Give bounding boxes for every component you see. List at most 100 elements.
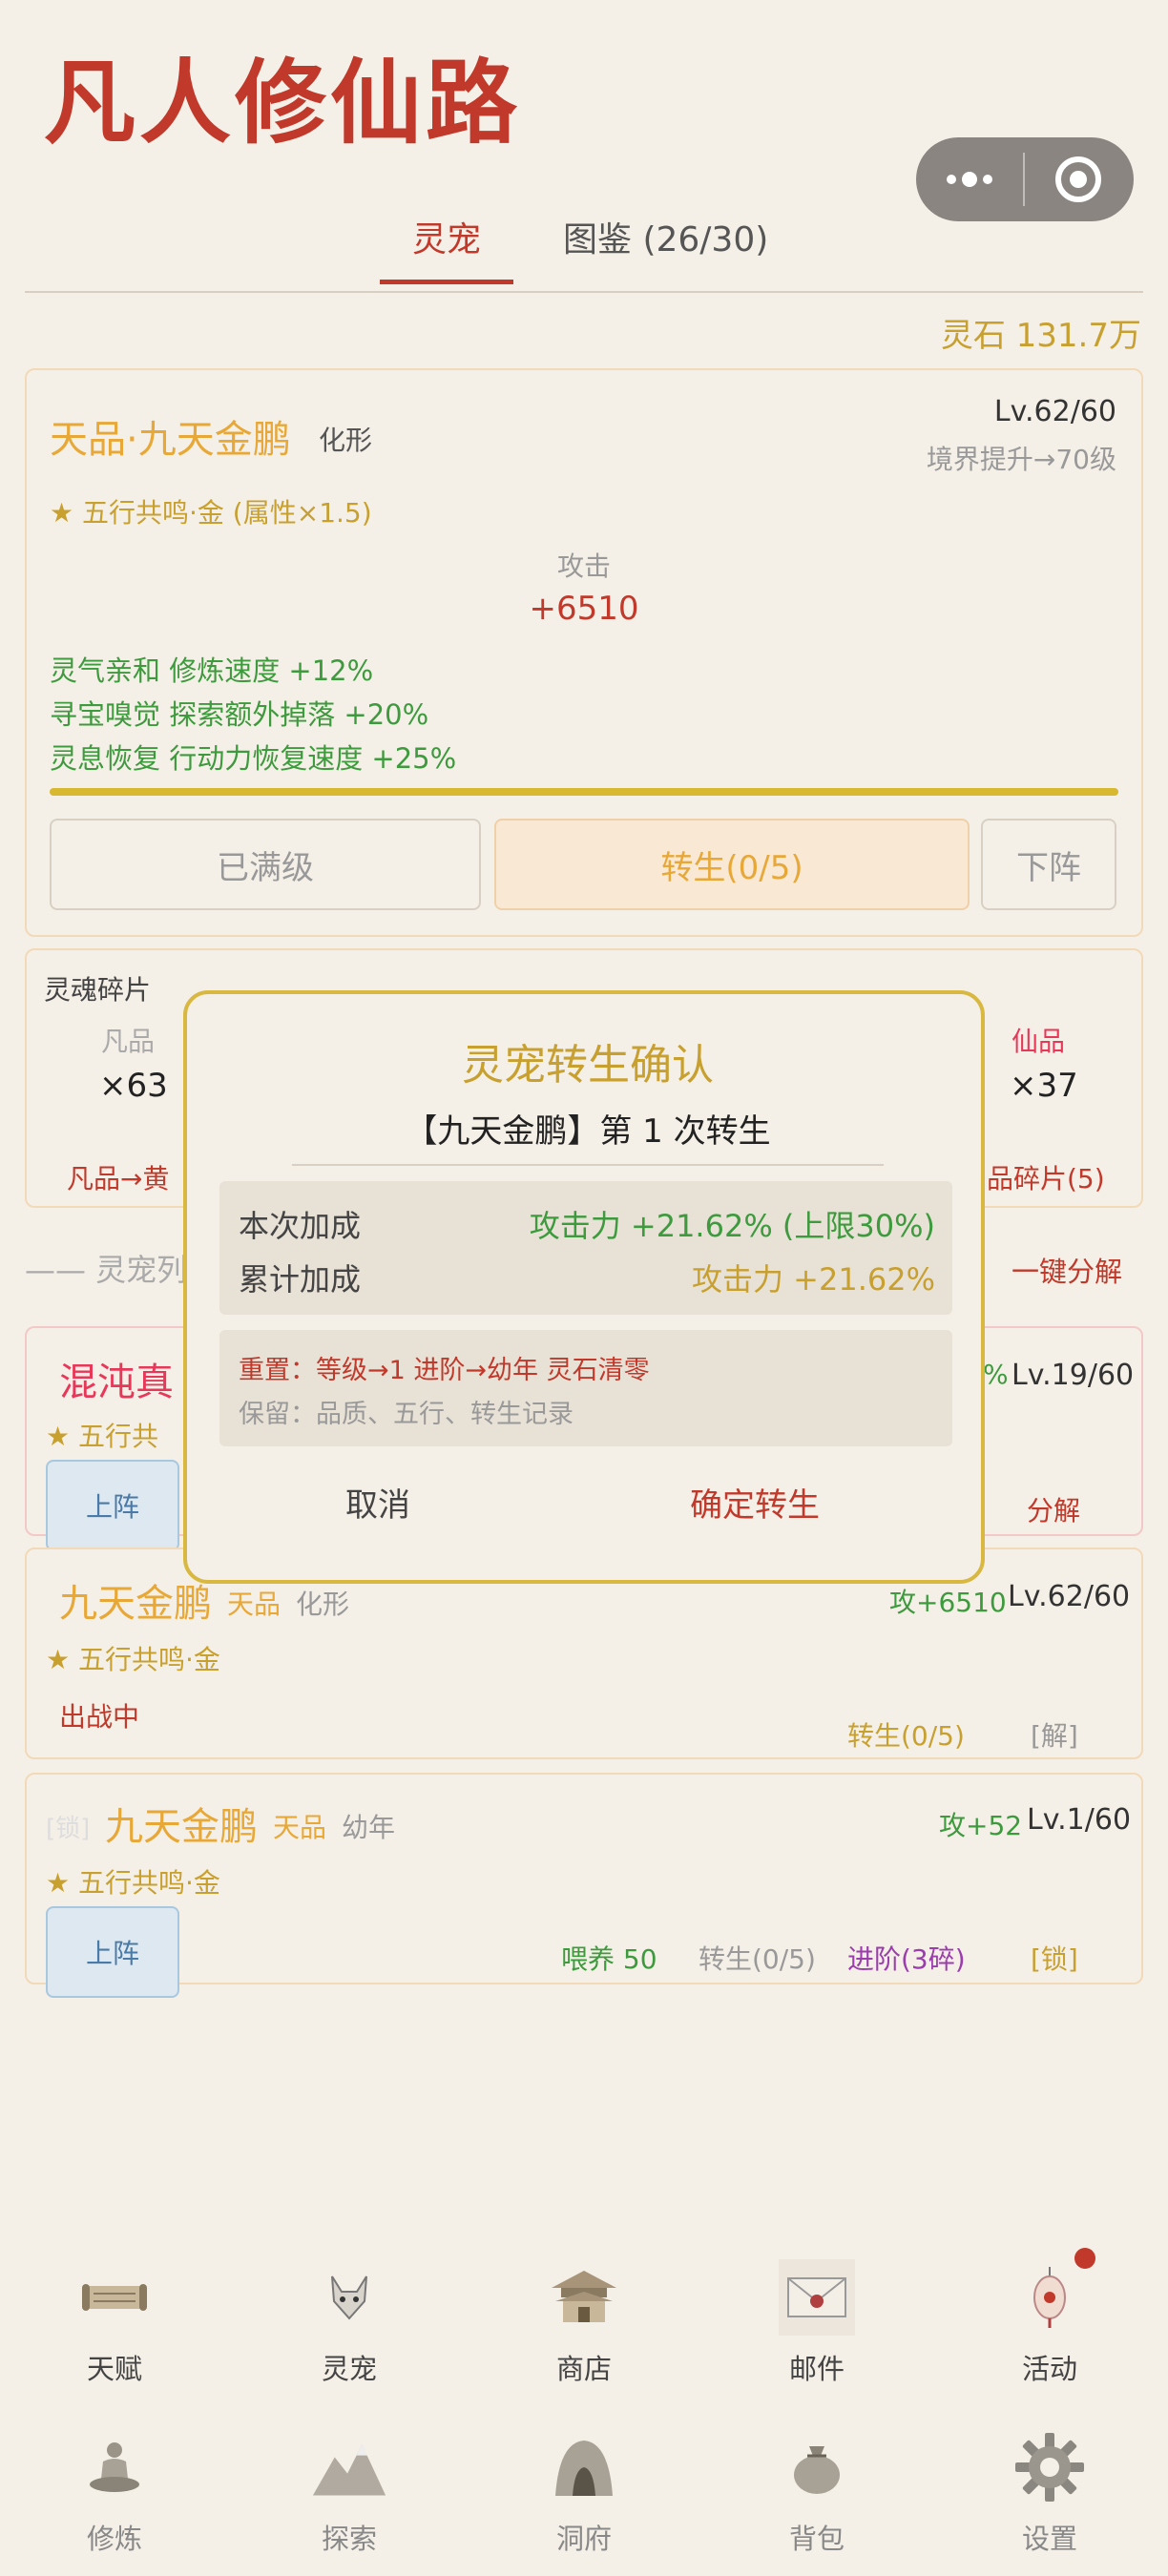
- more-dot-icon: [962, 172, 977, 187]
- decompose-button[interactable]: 分解: [1027, 1490, 1080, 1528]
- bag-icon: [779, 2429, 855, 2505]
- attack-value: +6510: [529, 590, 639, 628]
- total-bonus-label: 累计加成: [239, 1261, 362, 1298]
- current-bonus-value: 攻击力 +21.62% (上限30%): [529, 1208, 935, 1244]
- experience-bar: [50, 788, 1118, 796]
- current-bonus-label: 本次加成: [239, 1208, 362, 1244]
- pet-level: Lv.19/60: [1012, 1359, 1135, 1392]
- nav-settings[interactable]: 设置: [973, 2429, 1126, 2557]
- pet-resonance: ★ 五行共鸣·金: [46, 1644, 220, 1675]
- pet-level: Lv.62/60: [1008, 1580, 1131, 1613]
- unequip-button[interactable]: 下阵: [981, 819, 1116, 910]
- more-dot-icon: [947, 175, 956, 184]
- pet-name: 九天金鹏: [105, 1805, 258, 1849]
- pet-name: 混沌真: [59, 1361, 174, 1404]
- equip-button[interactable]: 上阵: [46, 1906, 179, 1998]
- meditation-icon: [76, 2429, 153, 2505]
- nav-talent[interactable]: 天赋: [38, 2259, 191, 2387]
- nav-events[interactable]: 活动: [973, 2259, 1126, 2387]
- active-pet-form: 化形: [319, 425, 373, 456]
- soul-fragments-title: 灵魂碎片: [44, 974, 152, 1006]
- dialog-subtitle: 【九天金鹏】第 1 次转生: [405, 1112, 771, 1151]
- reset-text: 重置：等级→1 进阶→幼年 灵石清零: [239, 1356, 650, 1385]
- nav-label: 天赋: [86, 2353, 142, 2385]
- reset-info: 重置：等级→1 进阶→幼年 灵石清零 保留：品质、五行、转生记录: [219, 1330, 952, 1446]
- attack-label: 攻击: [556, 551, 611, 582]
- pet-resonance: ★ 五行共: [46, 1421, 159, 1452]
- skill-line: 寻宝嗅觉 探索额外掉落 +20%: [50, 698, 429, 731]
- decompose-button[interactable]: [解]: [1031, 1715, 1078, 1754]
- rebirth-button[interactable]: 转生(0/5): [494, 819, 970, 910]
- in-battle-status: 出战中: [59, 1701, 140, 1733]
- fragment-convert-button[interactable]: 凡品→黄: [67, 1158, 169, 1196]
- rebirth-link[interactable]: 转生(0/5): [847, 1715, 965, 1754]
- cave-icon: [546, 2429, 622, 2505]
- equip-button[interactable]: 上阵: [46, 1460, 179, 1551]
- pet-attack: %: [983, 1359, 1009, 1390]
- tab-divider: [25, 291, 1143, 293]
- pavilion-icon: [546, 2259, 622, 2336]
- nav-cultivate[interactable]: 修炼: [38, 2429, 191, 2557]
- nav-mail[interactable]: 邮件: [740, 2259, 893, 2387]
- tab-pets[interactable]: 灵宠: [380, 212, 513, 284]
- pet-form: 化形: [296, 1589, 350, 1620]
- bulk-decompose-button[interactable]: 一键分解: [1012, 1250, 1122, 1290]
- advance-button[interactable]: 进阶(3碎): [847, 1939, 966, 1977]
- spirit-stone-balance: 灵石 131.7万: [940, 317, 1141, 355]
- pet-attack: 攻+6510: [889, 1587, 1007, 1618]
- rebirth-confirm-dialog: 灵宠转生确认 【九天金鹏】第 1 次转生 本次加成 攻击力 +21.62% (上…: [183, 990, 985, 1584]
- fragment-tier: 凡品: [101, 1026, 156, 1057]
- notification-badge: [1074, 2248, 1095, 2269]
- pet-resonance: ★ 五行共鸣·金: [46, 1867, 220, 1899]
- pet-tier: 天品: [227, 1589, 282, 1620]
- confirm-rebirth-button[interactable]: 确定转生: [645, 1479, 865, 1526]
- lantern-icon: [1012, 2259, 1088, 2336]
- pet-attack: 攻+52: [939, 1810, 1023, 1841]
- skill-line: 灵息恢复 行动力恢复速度 +25%: [50, 742, 457, 775]
- nav-label: 活动: [1021, 2353, 1077, 2385]
- feed-button[interactable]: 喂养 50: [561, 1939, 657, 1977]
- lock-tag: [锁]: [46, 1815, 91, 1843]
- skill-line: 灵气亲和 修炼速度 +12%: [50, 654, 374, 687]
- cancel-button[interactable]: 取消: [311, 1479, 445, 1526]
- rebirth-link[interactable]: 转生(0/5): [699, 1939, 816, 1977]
- dialog-divider: [292, 1164, 884, 1166]
- target-icon: [1055, 156, 1101, 202]
- pet-level: Lv.1/60: [1027, 1803, 1132, 1837]
- nav-bag[interactable]: 背包: [740, 2429, 893, 2557]
- mountain-icon: [311, 2429, 387, 2505]
- more-dot-icon: [983, 175, 992, 184]
- five-elements-resonance: ★ 五行共鸣·金 (属性×1.5): [50, 497, 372, 529]
- active-pet-name: 天品·九天金鹏: [50, 418, 291, 462]
- scroll-icon: [76, 2259, 153, 2336]
- nav-cave[interactable]: 洞府: [508, 2429, 660, 2557]
- nav-label: 背包: [788, 2523, 845, 2555]
- total-bonus-value: 攻击力 +21.62%: [691, 1261, 935, 1298]
- more-menu-button[interactable]: [916, 137, 1023, 221]
- pet-name: 九天金鹏: [59, 1582, 212, 1626]
- dialog-title: 灵宠转生确认: [462, 1041, 714, 1090]
- fragment-tier: 仙品: [1012, 1026, 1066, 1057]
- nav-label: 修炼: [86, 2523, 142, 2555]
- active-pet-level: Lv.62/60: [993, 395, 1116, 428]
- bonus-summary: 本次加成 攻击力 +21.62% (上限30%) 累计加成 攻击力 +21.62…: [219, 1181, 952, 1315]
- pet-tier: 天品: [273, 1812, 327, 1843]
- keep-text: 保留：品质、五行、转生记录: [239, 1400, 574, 1429]
- close-program-button[interactable]: [1025, 137, 1132, 221]
- envelope-icon: [779, 2259, 855, 2336]
- app-title: 凡人修仙路: [44, 49, 521, 156]
- nav-label: 商店: [555, 2353, 612, 2385]
- gear-icon: [1012, 2429, 1088, 2505]
- lock-button[interactable]: [锁]: [1031, 1939, 1078, 1977]
- nav-label: 邮件: [788, 2353, 845, 2385]
- fragment-count: ×63: [99, 1067, 168, 1105]
- nav-pets[interactable]: 灵宠: [273, 2259, 426, 2387]
- mini-program-capsule: [916, 137, 1134, 221]
- nav-explore[interactable]: 探索: [273, 2429, 426, 2557]
- nav-shop[interactable]: 商店: [508, 2259, 660, 2387]
- tab-collection[interactable]: 图鉴 (26/30): [563, 212, 768, 284]
- pet-form: 幼年: [342, 1812, 396, 1843]
- fragment-convert-button[interactable]: 品碎片(5): [987, 1158, 1105, 1196]
- max-level-button[interactable]: 已满级: [50, 819, 481, 910]
- fragment-count: ×37: [1010, 1067, 1078, 1105]
